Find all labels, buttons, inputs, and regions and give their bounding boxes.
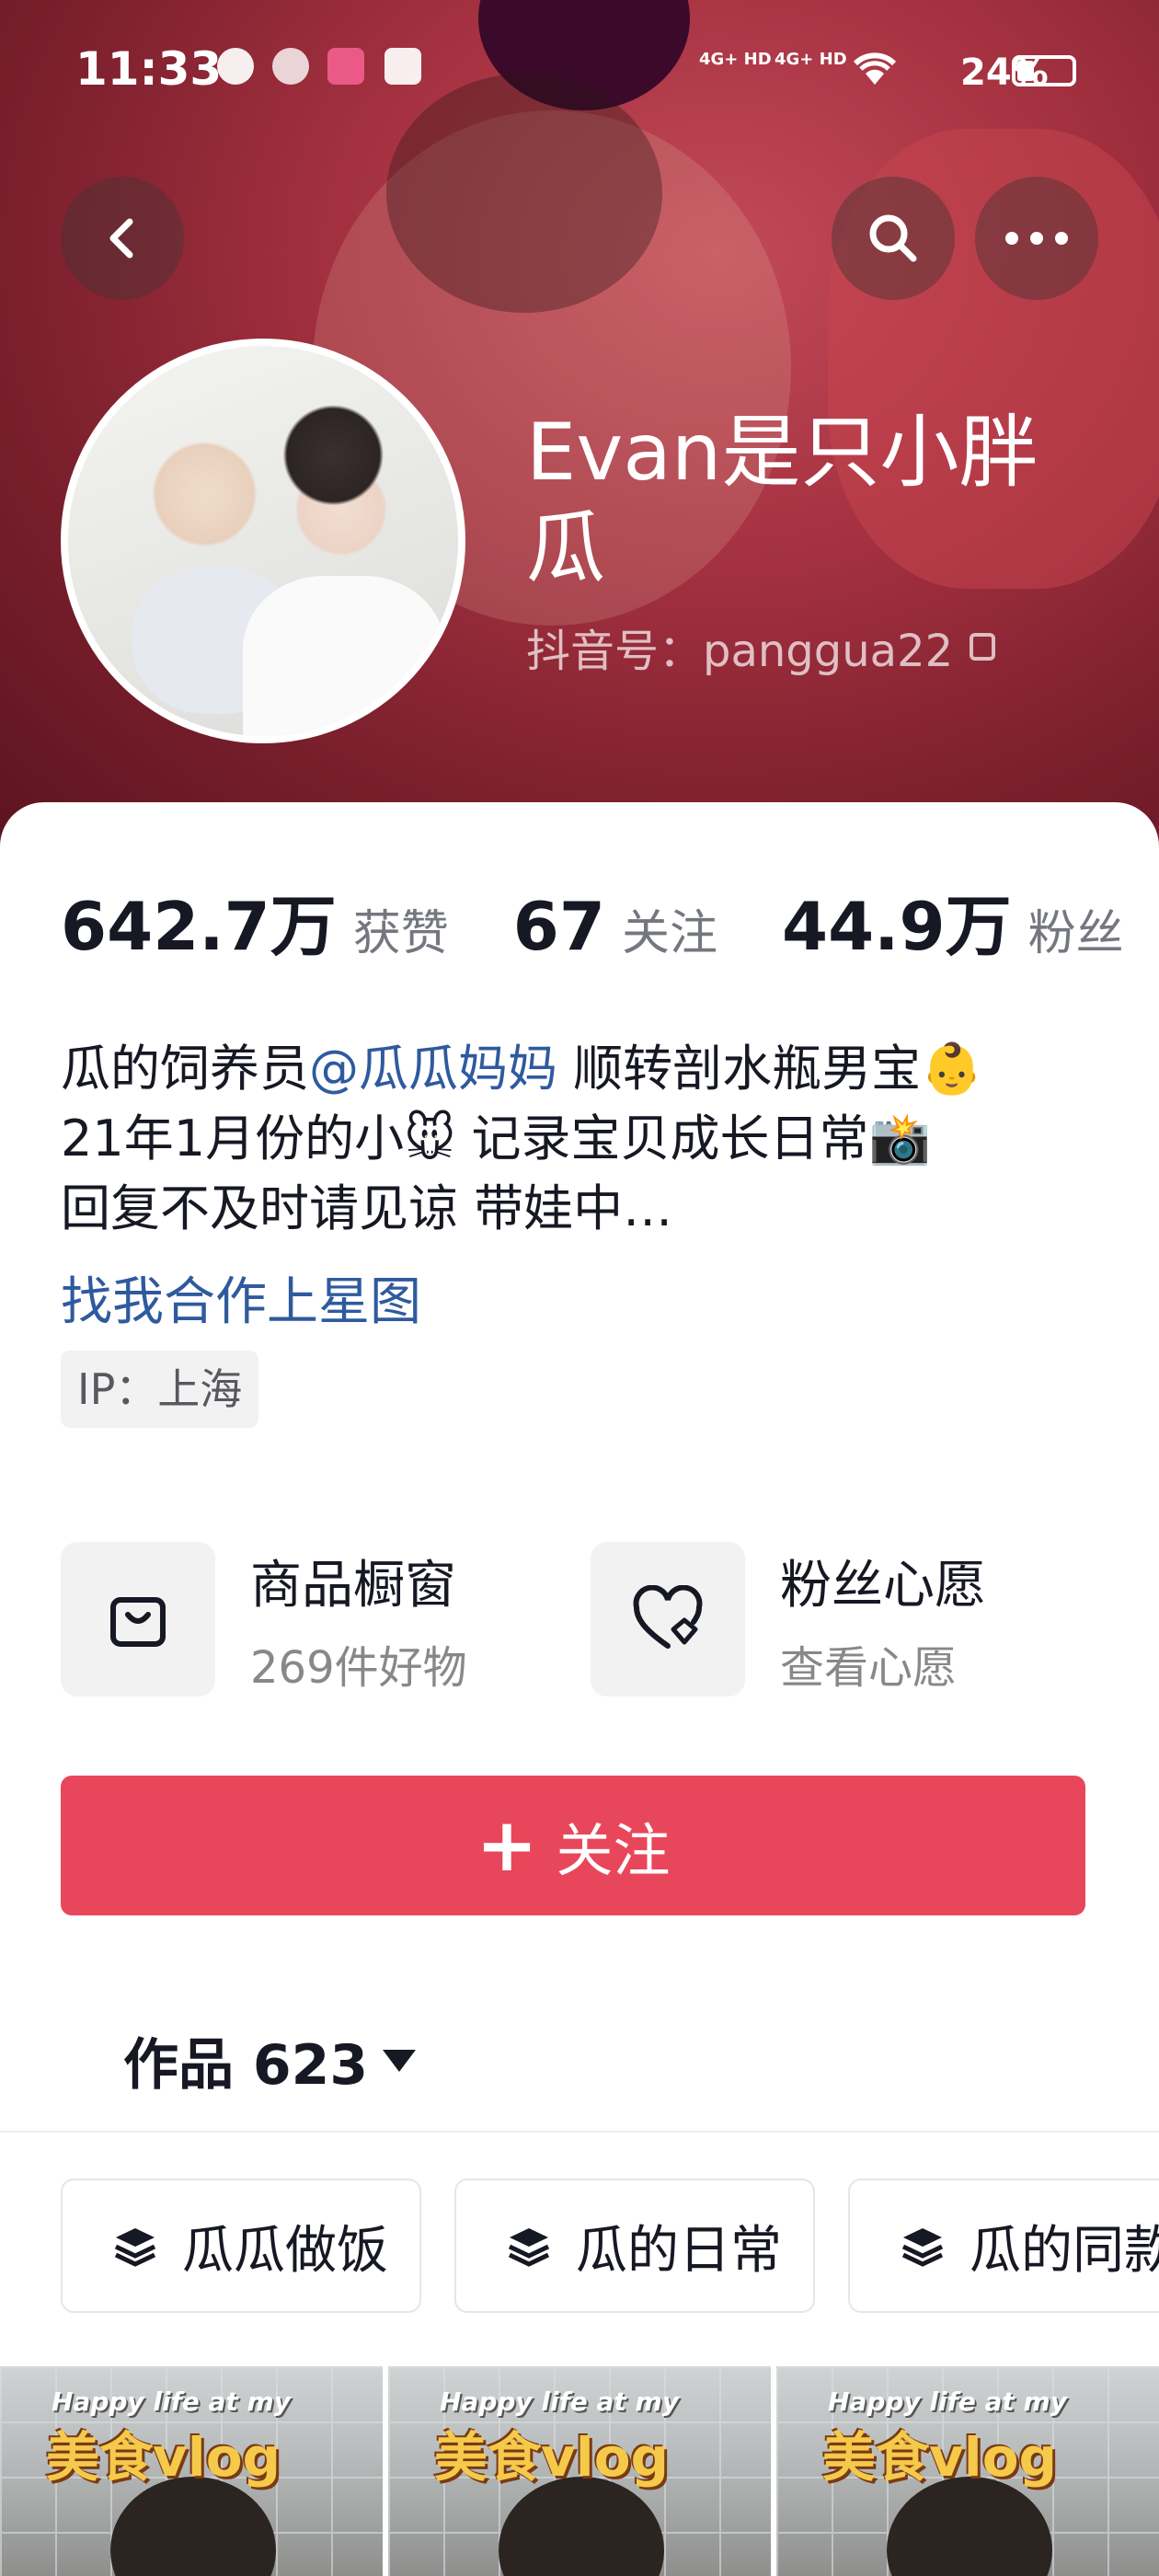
signal-label-1: 4G+ HD [699, 50, 772, 69]
following-count[interactable]: 67 [513, 888, 605, 965]
back-button[interactable] [61, 177, 184, 300]
wifi-icon [853, 52, 897, 85]
video-thumbnail[interactable]: Happy life at my 美食vlog [0, 2366, 383, 2576]
divider [0, 2131, 1159, 2133]
bio-text: 瓜的饲养员 [61, 1040, 309, 1098]
following-label[interactable]: 关注 [622, 894, 717, 963]
collection-chip[interactable]: 瓜的同款 [848, 2179, 1159, 2313]
avatar-figure [243, 576, 445, 736]
thumbnail-caption-top: Happy life at my [828, 2386, 1067, 2417]
shop-window-title: 商品橱窗 [250, 1555, 456, 1616]
message-icon [217, 48, 254, 85]
bio: 瓜的饲养员@瓜瓜妈妈 顺转剖水瓶男宝👶 21年1月份的小🐭 记录宝贝成长日常📸 … [61, 1034, 1109, 1244]
layers-icon [901, 2228, 944, 2267]
profile-name: Evan是只小胖瓜 [526, 407, 1039, 594]
layers-icon [114, 2228, 156, 2267]
dropdown-triangle-icon [383, 2049, 417, 2072]
search-icon [869, 214, 917, 262]
plus-icon: + [476, 1802, 538, 1888]
heart-wish-icon [633, 1585, 703, 1649]
chevron-left-icon [109, 218, 133, 259]
app-notification-icon [384, 48, 421, 85]
shop-window-sub: 269件好物 [250, 1641, 467, 1694]
thumbnail-caption-top: Happy life at my [52, 2386, 291, 2417]
layers-icon [508, 2228, 550, 2267]
follow-label: 关注 [556, 1817, 671, 1884]
status-time: 11:33 [75, 42, 223, 96]
collection-chip[interactable]: 瓜瓜做饭 [61, 2179, 421, 2313]
bio-line[interactable]: 回复不及时请见谅 带娃中… [61, 1174, 1109, 1244]
fan-wish-text: 粉丝心愿 查看心愿 [780, 1544, 986, 1696]
star-map-link[interactable]: 找我合作上星图 [61, 1260, 421, 1335]
collection-chip-label: 瓜瓜做饭 [182, 2220, 388, 2281]
video-thumbnail[interactable]: Happy life at my 美食vlog [776, 2366, 1159, 2576]
battery-icon [1012, 55, 1076, 86]
bilibili-icon [327, 48, 364, 85]
more-button[interactable] [975, 177, 1098, 300]
collection-chip-label: 瓜的日常 [576, 2220, 782, 2281]
likes-label[interactable]: 获赞 [353, 894, 449, 963]
thumbnail-caption-top: Happy life at my [440, 2386, 679, 2417]
followers-label[interactable]: 粉丝 [1028, 894, 1124, 963]
thumbnail-caption-main: 美食vlog [822, 2426, 1058, 2489]
likes-count[interactable]: 642.7万 [61, 872, 337, 969]
collection-chip[interactable]: 瓜的日常 [454, 2179, 815, 2313]
more-dots-icon [1005, 232, 1068, 245]
avatar[interactable] [61, 339, 465, 743]
fan-wish-entry[interactable]: 粉丝心愿 查看心愿 [591, 1542, 986, 1696]
collection-chip-label: 瓜的同款 [970, 2220, 1159, 2281]
douyin-id-text: 抖音号：panggua22 [526, 626, 954, 677]
ip-badge: IP：上海 [61, 1351, 259, 1428]
bio-line: 瓜的饲养员@瓜瓜妈妈 顺转剖水瓶男宝👶 [61, 1034, 1109, 1104]
thumbnail-caption-main: 美食vlog [434, 2426, 670, 2489]
fan-wish-icon-box [591, 1542, 745, 1696]
bio-text: 顺转剖水瓶男宝👶 [557, 1040, 983, 1098]
shop-window-icon-box [61, 1542, 215, 1696]
bio-line: 21年1月份的小🐭 记录宝贝成长日常📸 [61, 1110, 931, 1167]
stats-row: 642.7万 获赞 67 关注 44.9万 粉丝 [61, 872, 1124, 969]
tab-works[interactable]: 作品 623 [123, 2020, 417, 2100]
mention-link[interactable]: @瓜瓜妈妈 [309, 1040, 557, 1098]
followers-count[interactable]: 44.9万 [782, 872, 1012, 969]
video-thumbnail[interactable]: Happy life at my 美食vlog [388, 2366, 771, 2576]
signal-label-2: 4G+ HD [775, 50, 847, 69]
copy-icon[interactable] [970, 633, 996, 661]
status-bar: 11:33 4G+ HD 4G+ HD 24% [0, 0, 1159, 147]
fan-wish-sub: 查看心愿 [780, 1641, 958, 1694]
fan-wish-title: 粉丝心愿 [780, 1555, 986, 1616]
tab-works-label: 作品 623 [123, 2033, 369, 2098]
search-button[interactable] [832, 177, 955, 300]
shopping-bag-icon [110, 1597, 166, 1647]
shop-window-text: 商品橱窗 269件好物 [250, 1544, 467, 1696]
follow-button[interactable]: + 关注 [61, 1776, 1085, 1915]
thumbnail-caption-main: 美食vlog [46, 2426, 281, 2489]
shop-window-entry[interactable]: 商品橱窗 269件好物 [61, 1542, 467, 1696]
douyin-id[interactable]: 抖音号：panggua22 [526, 615, 996, 679]
wechat-icon [272, 48, 309, 85]
